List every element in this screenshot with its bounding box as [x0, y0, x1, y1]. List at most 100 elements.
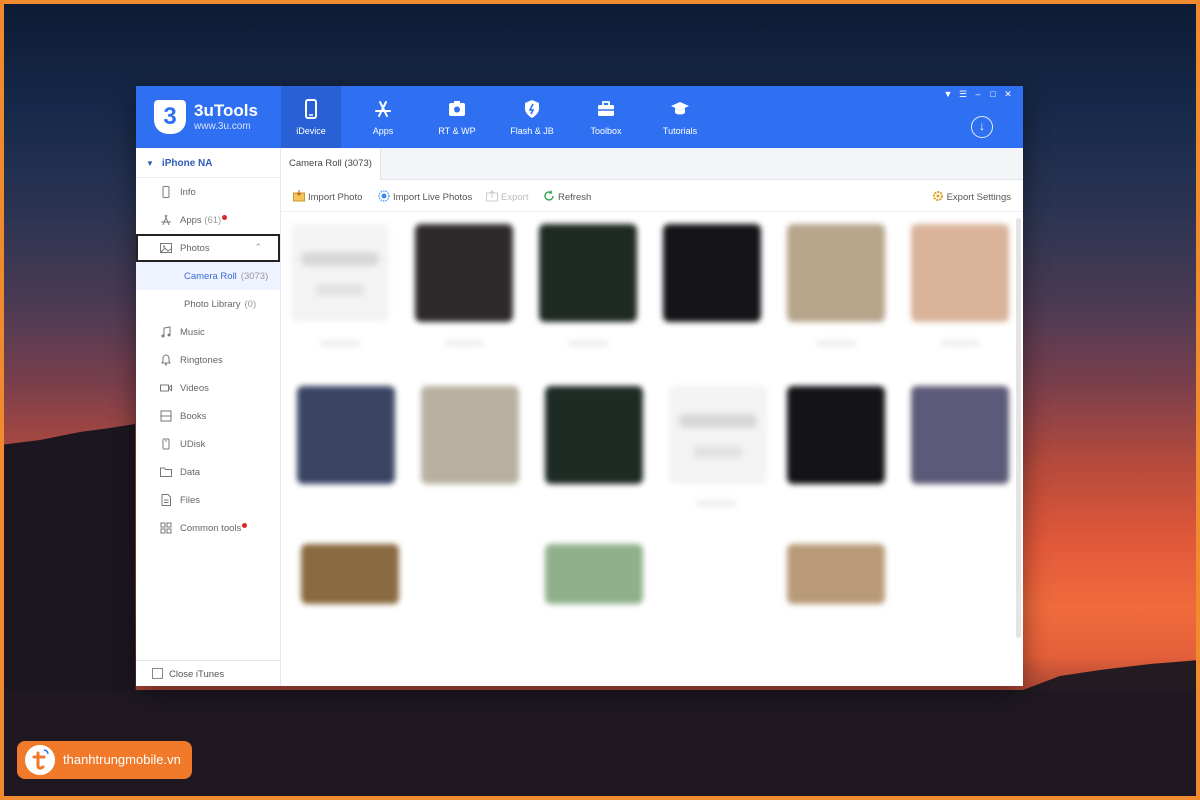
- photo-thumbnail[interactable]: [291, 224, 389, 322]
- sidebar-item-videos[interactable]: Videos: [136, 374, 280, 402]
- photo-thumbnail[interactable]: [911, 224, 1009, 322]
- photo-thumbnail[interactable]: [301, 544, 399, 604]
- import-photo-button[interactable]: Import Photo: [293, 190, 362, 203]
- export-icon: [486, 190, 498, 202]
- toolbox-icon: [598, 101, 614, 116]
- nav-tab-label: iDevice: [296, 126, 326, 136]
- nav-tab-rt-wp[interactable]: RT & WP: [427, 86, 487, 148]
- photo-thumbnail[interactable]: [669, 386, 767, 484]
- app-logo: 3: [154, 100, 186, 134]
- maximize-icon[interactable]: □: [988, 89, 998, 99]
- sidebar-item-books[interactable]: Books: [136, 402, 280, 430]
- photo-caption: [816, 340, 856, 346]
- device-name: iPhone NA: [161, 158, 213, 169]
- expand-triangle-icon: ▼: [146, 159, 154, 168]
- window-controls: ▼ ☰ – □ ✕: [943, 89, 1013, 101]
- sidebar-item-udisk[interactable]: UDisk: [136, 430, 280, 458]
- app-url: www.3u.com: [194, 121, 251, 132]
- photo-thumbnail[interactable]: [911, 386, 1009, 484]
- music-note-icon: [161, 326, 171, 338]
- refresh-icon: [544, 190, 554, 201]
- title-bar: 3 3uTools www.3u.com iDevice Apps RT & W…: [136, 86, 1023, 148]
- photo-grid: [291, 224, 1011, 676]
- photo-thumbnail[interactable]: [663, 224, 761, 322]
- nav-tab-label: Toolbox: [590, 126, 622, 136]
- photo-thumbnail[interactable]: [421, 386, 519, 484]
- refresh-label: Refresh: [558, 192, 592, 203]
- sidebar-item-label: Apps: [180, 215, 202, 226]
- photo-thumbnail[interactable]: [787, 386, 885, 484]
- import-live-photos-button[interactable]: Import Live Photos: [378, 190, 472, 203]
- device-selector[interactable]: ▼ iPhone NA: [136, 148, 280, 178]
- refresh-button[interactable]: Refresh: [543, 190, 591, 203]
- sidebar-item-music[interactable]: Music: [136, 318, 280, 346]
- photo-thumbnail[interactable]: [545, 386, 643, 484]
- sidebar-subitem-camera-roll[interactable]: Camera Roll (3073): [136, 262, 280, 290]
- scrollbar[interactable]: [1016, 218, 1021, 638]
- nav-tab-label: Apps: [372, 126, 394, 136]
- photo-caption: [444, 340, 484, 346]
- nav-tab-label: Flash & JB: [510, 126, 554, 136]
- download-icon[interactable]: ↓: [971, 116, 993, 138]
- phone-icon: [305, 99, 317, 119]
- import-photo-icon: [293, 190, 305, 202]
- photo-thumbnail[interactable]: [787, 224, 885, 322]
- photo-caption: [940, 340, 980, 346]
- list-icon[interactable]: ☰: [958, 89, 968, 99]
- sidebar-item-count: (61): [204, 215, 222, 226]
- sidebar-item-label: Files: [180, 495, 201, 506]
- nav-tab-tutorials[interactable]: Tutorials: [650, 86, 710, 148]
- photo-thumbnail[interactable]: [539, 224, 637, 322]
- sidebar-item-label: Videos: [180, 383, 209, 394]
- sidebar-item-label: Data: [180, 467, 201, 478]
- grid-tools-icon: [160, 522, 172, 534]
- nav-tab-toolbox[interactable]: Toolbox: [576, 86, 636, 148]
- graduation-cap-icon: [671, 102, 689, 115]
- flash-jailbreak-icon: [525, 100, 539, 118]
- sidebar-item-common-tools[interactable]: Common tools: [136, 514, 280, 542]
- sidebar-item-apps[interactable]: Apps (61): [136, 206, 280, 234]
- file-icon: [161, 494, 171, 506]
- photo-thumbnail[interactable]: [297, 386, 395, 484]
- photo-toolbar: Import Photo Import Live Photos Export R…: [281, 180, 1023, 212]
- phone-outline-icon: [162, 186, 170, 198]
- photo-thumbnail[interactable]: [545, 544, 643, 604]
- sidebar-item-photos[interactable]: Photos ⌃: [136, 234, 280, 262]
- sidebar-item-ringtones[interactable]: Ringtones: [136, 346, 280, 374]
- main-panel: Camera Roll (3073) Import Photo Import L…: [281, 148, 1023, 686]
- subitem-count: (0): [244, 299, 257, 310]
- photo-caption: [568, 340, 608, 346]
- ringtone-wallpaper-icon: [449, 101, 465, 116]
- photo-thumbnail[interactable]: [787, 544, 885, 604]
- sidebar-item-data[interactable]: Data: [136, 458, 280, 486]
- sidebar-item-label: Music: [180, 327, 205, 338]
- export-button[interactable]: Export: [486, 190, 528, 203]
- gear-icon: [932, 191, 943, 201]
- photo-caption: [320, 340, 360, 346]
- sidebar-item-label: Books: [180, 411, 207, 422]
- nav-tab-flash-jb[interactable]: Flash & JB: [502, 86, 562, 148]
- content-tabstrip: Camera Roll (3073): [281, 148, 1023, 180]
- bell-icon: [161, 354, 171, 366]
- live-photo-icon: [378, 190, 390, 202]
- close-itunes-checkbox[interactable]: Close iTunes: [136, 660, 281, 686]
- app-window: 3 3uTools www.3u.com iDevice Apps RT & W…: [136, 86, 1023, 686]
- app-store-icon: [161, 214, 171, 226]
- minimize-icon[interactable]: –: [973, 89, 983, 99]
- nav-tab-idevice[interactable]: iDevice: [281, 86, 341, 148]
- nav-tab-label: Tutorials: [662, 126, 698, 136]
- sidebar-subitem-photo-library[interactable]: Photo Library (0): [136, 290, 280, 318]
- sidebar-item-files[interactable]: Files: [136, 486, 280, 514]
- export-settings-button[interactable]: Export Settings: [932, 190, 1011, 203]
- book-icon: [160, 410, 172, 422]
- checkbox-icon[interactable]: [152, 668, 163, 679]
- photo-thumbnail[interactable]: [415, 224, 513, 322]
- app-store-icon: [375, 101, 391, 117]
- tab-camera-roll[interactable]: Camera Roll (3073): [281, 148, 381, 180]
- close-icon[interactable]: ✕: [1003, 89, 1013, 99]
- nav-tab-label: RT & WP: [438, 126, 476, 136]
- sidebar-item-info[interactable]: Info: [136, 178, 280, 206]
- menu-icon[interactable]: ▼: [943, 89, 953, 99]
- nav-tab-apps[interactable]: Apps: [353, 86, 413, 148]
- import-live-photos-label: Import Live Photos: [393, 192, 473, 203]
